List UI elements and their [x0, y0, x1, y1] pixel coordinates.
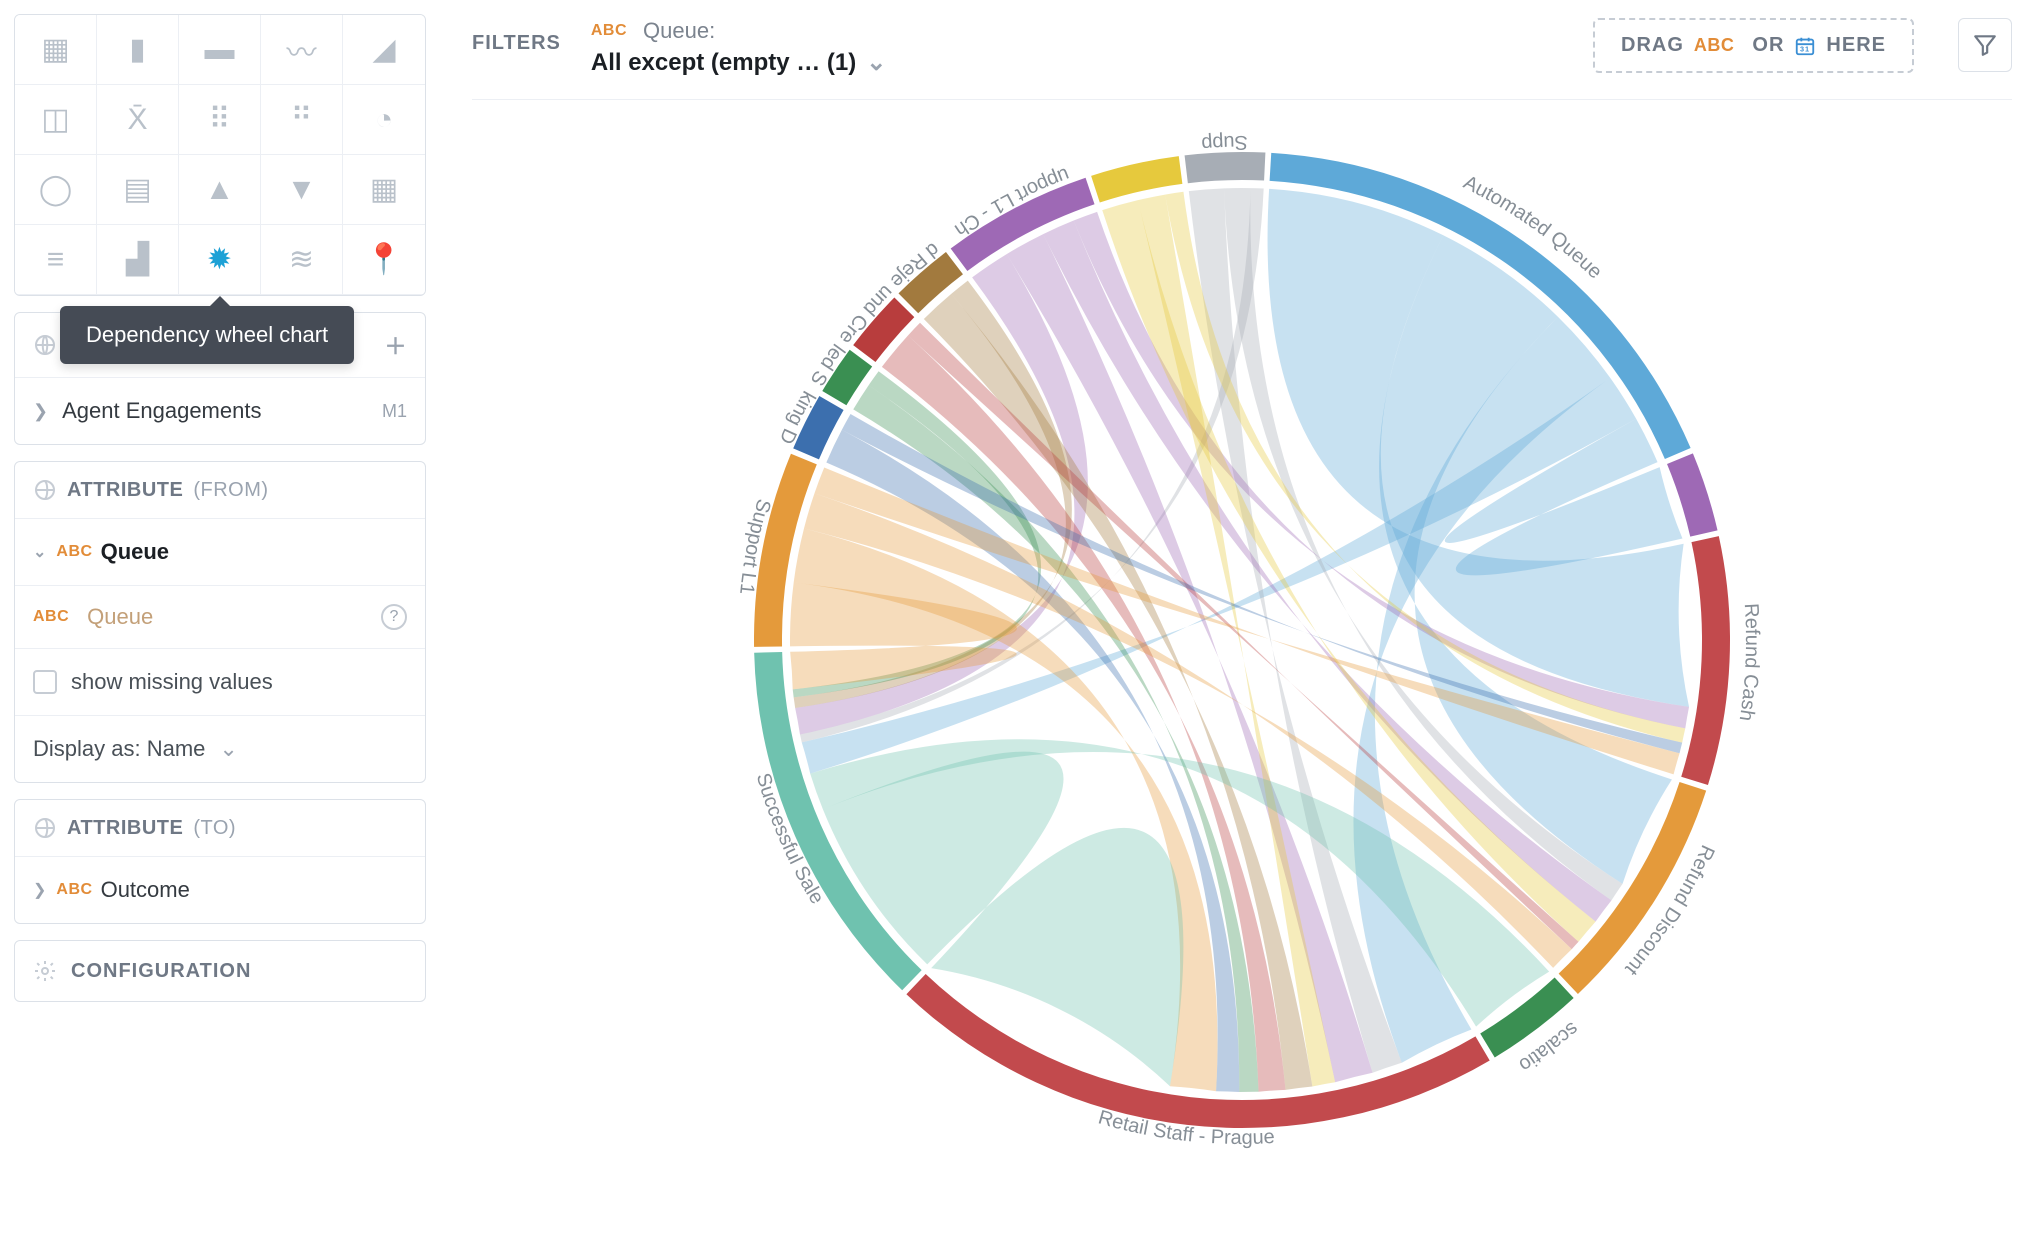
- chart-type-combo[interactable]: ◫: [15, 85, 97, 155]
- attribute-to-value: Outcome: [101, 877, 190, 903]
- attr-from-subtitle: (FROM): [193, 479, 268, 502]
- chart-type-grid: ▦▮▬〰◢◫X̄⠿⠛◔◯▤▲▼▦≡▟✹≋📍: [14, 14, 426, 296]
- abc-badge: ABC: [1694, 35, 1735, 56]
- or-label: OR: [1752, 34, 1784, 57]
- here-label: HERE: [1826, 34, 1886, 57]
- abc-badge: ABC: [56, 543, 92, 561]
- show-missing-row[interactable]: show missing values: [15, 648, 425, 715]
- filter-queue[interactable]: ABC Queue: All except (empty … (1) ⌄: [591, 18, 887, 77]
- attribute-from-value: Queue: [101, 539, 169, 565]
- arc-label-supp: Supp: [1201, 131, 1248, 155]
- chart-type-waterfall[interactable]: ▟: [97, 225, 179, 295]
- arc-label-nd_rejec: nd Rejec: [486, 100, 943, 292]
- chart-type-bubble[interactable]: ⠛: [261, 85, 343, 155]
- attr-to-title: ATTRIBUTE: [67, 817, 183, 840]
- filter-settings-button[interactable]: [1958, 18, 2012, 72]
- configuration-panel[interactable]: CONFIGURATION: [14, 940, 426, 1002]
- abc-badge: ABC: [591, 22, 627, 40]
- chart-type-area[interactable]: ◢: [343, 15, 425, 85]
- dependency-wheel-chart[interactable]: Automated QueueRefund CashRefund Discoun…: [472, 100, 2012, 1190]
- filters-label: FILTERS: [472, 18, 561, 55]
- arc-label-refund_cash: Refund Cash: [1735, 603, 1763, 723]
- filter-dropzone[interactable]: DRAG ABC OR 31 HERE: [1593, 18, 1914, 73]
- attribute-icon: [33, 478, 57, 502]
- add-metric-icon[interactable]: ＋: [384, 329, 407, 361]
- configuration-label: CONFIGURATION: [71, 960, 251, 983]
- display-as-row[interactable]: Display as: Name ⌄: [15, 715, 425, 782]
- chart-type-line[interactable]: 〰: [261, 15, 343, 85]
- chart-type-treemap[interactable]: ▤: [97, 155, 179, 225]
- attr-from-title: ATTRIBUTE: [67, 479, 183, 502]
- calendar-icon: 31: [1794, 35, 1816, 57]
- abc-badge: ABC: [56, 881, 92, 899]
- attribute-to-header: ATTRIBUTE (TO): [15, 800, 425, 856]
- metric-label: Agent Engagements: [62, 398, 261, 424]
- chevron-down-icon: ⌄: [866, 48, 886, 77]
- chart-type-sankey[interactable]: ≋: [261, 225, 343, 295]
- show-missing-label: show missing values: [71, 669, 273, 695]
- arc-label-oking_da: oking Da: [486, 100, 819, 447]
- chevron-down-icon: ⌄: [219, 736, 237, 762]
- chevron-right-icon: ❯: [33, 401, 48, 422]
- main-area: FILTERS ABC Queue: All except (empty … (…: [440, 0, 2036, 1248]
- drag-label: DRAG: [1621, 34, 1684, 57]
- attribute-to-value-row[interactable]: ❯ ABC Outcome: [15, 856, 425, 923]
- attribute-from-panel: ATTRIBUTE (FROM) ⌄ ABC Queue ABC Queue ?…: [14, 461, 426, 783]
- chart-type-bar[interactable]: ▬: [179, 15, 261, 85]
- chevron-down-icon: ⌄: [33, 542, 46, 562]
- metrics-icon: [33, 333, 57, 357]
- arc-supp[interactable]: [1185, 152, 1266, 183]
- attribute-from-value-row[interactable]: ⌄ ABC Queue: [15, 518, 425, 585]
- chart-type-pyramid[interactable]: ▲: [179, 155, 261, 225]
- chart-type-geo[interactable]: 📍: [343, 225, 425, 295]
- chart-type-headline[interactable]: X̄: [97, 85, 179, 155]
- svg-text:31: 31: [1800, 44, 1810, 53]
- attr-to-subtitle: (TO): [193, 817, 236, 840]
- attribute-to-panel: ATTRIBUTE (TO) ❯ ABC Outcome: [14, 799, 426, 924]
- show-missing-checkbox[interactable]: [33, 670, 57, 694]
- metric-tag: M1: [382, 401, 407, 422]
- chart-type-donut[interactable]: ◯: [15, 155, 97, 225]
- funnel-icon: [1972, 32, 1998, 58]
- arc-refund_cash[interactable]: [1681, 536, 1730, 785]
- abc-badge: ABC: [33, 608, 69, 626]
- gear-icon: [33, 959, 57, 983]
- chart-type-bullet[interactable]: ≡: [15, 225, 97, 295]
- filter-name: Queue:: [643, 18, 715, 44]
- filter-value: All except (empty … (1): [591, 49, 856, 77]
- help-icon[interactable]: ?: [381, 604, 407, 630]
- chart-type-column[interactable]: ▮: [97, 15, 179, 85]
- config-sidebar: ▦▮▬〰◢◫X̄⠿⠛◔◯▤▲▼▦≡▟✹≋📍 Dependency wheel c…: [0, 0, 440, 1248]
- metric-item[interactable]: ❯ Agent Engagements M1: [15, 377, 425, 444]
- chart-type-dependency-wheel[interactable]: ✹: [179, 225, 261, 295]
- filters-bar: FILTERS ABC Queue: All except (empty … (…: [472, 18, 2012, 77]
- chart-type-scatter[interactable]: ⠿: [179, 85, 261, 155]
- chevron-right-icon: ❯: [33, 880, 46, 900]
- attribute-from-header: ATTRIBUTE (FROM): [15, 462, 425, 518]
- chart-type-funnel[interactable]: ▼: [261, 155, 343, 225]
- attribute-icon: [33, 816, 57, 840]
- chart-type-tooltip: Dependency wheel chart: [60, 306, 354, 364]
- chart-type-heatmap[interactable]: ▦: [343, 155, 425, 225]
- chart-type-pie[interactable]: ◔: [343, 85, 425, 155]
- chart-type-table[interactable]: ▦: [15, 15, 97, 85]
- display-as-label: Display as: Name: [33, 736, 205, 762]
- attribute-from-placeholder: Queue: [87, 604, 153, 630]
- attribute-from-placeholder-row[interactable]: ABC Queue ?: [15, 585, 425, 648]
